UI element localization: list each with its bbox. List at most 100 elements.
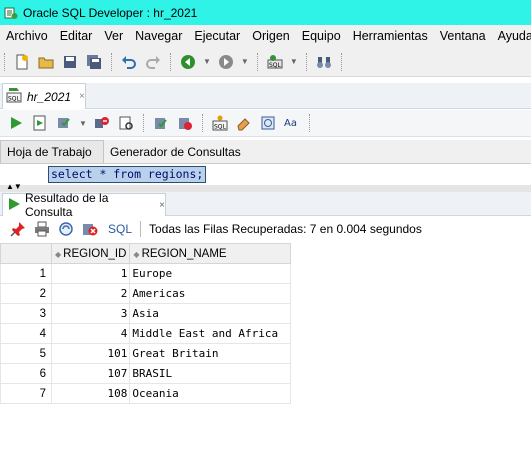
save-icon[interactable] <box>60 52 80 72</box>
worksheet-toolbar: ▼ SQL Aa <box>0 110 531 137</box>
back-dropdown-icon[interactable]: ▼ <box>203 57 211 66</box>
redo-icon[interactable] <box>143 52 163 72</box>
menu-archivo[interactable]: Archivo <box>0 29 54 43</box>
cell-region-name[interactable]: Americas <box>129 283 292 304</box>
table-row[interactable]: 4 4 Middle East and Africa <box>0 323 292 344</box>
result-toolbar: SQL Todas las Filas Recuperadas: 7 en 0.… <box>0 217 531 241</box>
menu-navegar[interactable]: Navegar <box>129 29 188 43</box>
sql-worksheet-icon[interactable]: SQL <box>265 52 285 72</box>
cell-region-name[interactable]: Asia <box>129 303 292 324</box>
cell-region-id[interactable]: 4 <box>50 323 131 344</box>
svg-text:SQL: SQL <box>214 124 227 131</box>
sql-worksheet-dropdown-icon[interactable]: ▼ <box>290 57 298 66</box>
table-row[interactable]: 6 107 BRASIL <box>0 363 292 384</box>
sql-tuning-icon[interactable]: SQL <box>210 113 230 133</box>
toolbar-separator <box>256 52 258 71</box>
cell-region-name[interactable]: BRASIL <box>129 363 292 384</box>
cell-region-name[interactable]: Middle East and Africa <box>129 323 292 344</box>
results-grid[interactable]: ◆ REGION_ID ◆ REGION_NAME 1 1 Europe 2 2 A… <box>0 243 531 468</box>
row-number: 1 <box>0 263 52 284</box>
cell-region-id[interactable]: 1 <box>50 263 131 284</box>
pin-icon[interactable] <box>8 219 28 239</box>
sort-icon[interactable]: ◆ <box>55 250 61 259</box>
table-row[interactable]: 3 3 Asia <box>0 303 292 324</box>
main-toolbar: ▼ ▼ SQL ▼ <box>0 47 531 77</box>
back-icon[interactable] <box>178 52 198 72</box>
table-row[interactable]: 7 108 Oceania <box>0 383 292 404</box>
forward-icon[interactable] <box>216 52 236 72</box>
history-icon[interactable] <box>258 113 278 133</box>
cancel-query-icon[interactable] <box>80 219 100 239</box>
run-statement-icon[interactable] <box>6 113 26 133</box>
menu-editar[interactable]: Editar <box>54 29 99 43</box>
menu-origen[interactable]: Origen <box>246 29 296 43</box>
cell-region-id[interactable]: 107 <box>50 363 131 384</box>
column-label: REGION_NAME <box>141 247 227 260</box>
menu-ayuda[interactable]: Ayuda <box>492 29 531 43</box>
table-row[interactable]: 1 1 Europe <box>0 263 292 284</box>
format-case-icon[interactable]: Aa <box>282 113 302 133</box>
print-icon[interactable] <box>32 219 52 239</box>
autotrace-icon[interactable] <box>116 113 136 133</box>
toolbar-separator <box>308 114 310 132</box>
column-header-region-id[interactable]: ◆ REGION_ID <box>50 243 131 264</box>
sort-icon[interactable]: ◆ <box>133 250 139 259</box>
row-number-header <box>0 243 52 264</box>
explain-plan-icon[interactable] <box>92 113 112 133</box>
commit-transaction-icon[interactable] <box>151 113 171 133</box>
cell-region-id[interactable]: 101 <box>50 343 131 364</box>
menu-ejecutar[interactable]: Ejecutar <box>188 29 246 43</box>
save-all-icon[interactable] <box>84 52 104 72</box>
commit-dropdown-icon[interactable]: ▼ <box>79 119 87 128</box>
window-title: Oracle SQL Developer : hr_2021 <box>23 5 198 20</box>
row-number: 2 <box>0 283 52 304</box>
menu-equipo[interactable]: Equipo <box>296 29 347 43</box>
sql-editor[interactable]: select * from regions; <box>0 163 531 186</box>
menu-ver[interactable]: Ver <box>98 29 129 43</box>
menu-bar: Archivo Editar Ver Navegar Ejecutar Orig… <box>0 25 531 47</box>
cell-region-id[interactable]: 3 <box>50 303 131 324</box>
tab-hoja-de-trabajo[interactable]: Hoja de Trabajo <box>0 140 104 163</box>
row-number: 4 <box>0 323 52 344</box>
result-tab-bar: Resultado de la Consulta × <box>0 191 531 219</box>
tab-hr-2021[interactable]: SQL hr_2021 × <box>2 83 86 109</box>
cell-region-name[interactable]: Great Britain <box>129 343 292 364</box>
cell-region-name[interactable]: Oceania <box>129 383 292 404</box>
cell-region-name[interactable]: Europe <box>129 263 292 284</box>
cell-region-id[interactable]: 2 <box>50 283 131 304</box>
toolbar-separator <box>340 52 342 71</box>
toolbar-separator <box>111 52 112 71</box>
splitter-arrows-icon[interactable]: ▲▼ <box>6 183 22 191</box>
close-tab-icon[interactable]: × <box>79 91 85 102</box>
forward-dropdown-icon[interactable]: ▼ <box>241 57 249 66</box>
open-folder-icon[interactable] <box>36 52 56 72</box>
svg-text:SQL: SQL <box>269 62 282 69</box>
cell-region-id[interactable]: 108 <box>50 383 131 404</box>
sql-statement[interactable]: select * from regions; <box>48 166 207 183</box>
tab-label: hr_2021 <box>27 89 72 104</box>
eraser-icon[interactable] <box>234 113 254 133</box>
close-result-tab-icon[interactable]: × <box>159 200 165 211</box>
header-row: ◆ REGION_ID ◆ REGION_NAME <box>0 243 292 264</box>
row-number: 5 <box>0 343 52 364</box>
worksheet-subtabs: Hoja de Trabajo Generador de Consultas <box>0 140 531 163</box>
rollback-icon[interactable] <box>175 113 195 133</box>
refresh-icon[interactable] <box>56 219 76 239</box>
binoculars-icon[interactable] <box>314 52 334 72</box>
commit-icon[interactable] <box>54 113 74 133</box>
menu-ventana[interactable]: Ventana <box>434 29 492 43</box>
sql-link[interactable]: SQL <box>108 222 132 236</box>
run-script-icon[interactable] <box>30 113 50 133</box>
column-label: REGION_ID <box>63 247 127 260</box>
new-file-icon[interactable] <box>12 52 32 72</box>
table-row[interactable]: 5 101 Great Britain <box>0 343 292 364</box>
run-result-icon <box>7 197 21 214</box>
row-number: 7 <box>0 383 52 404</box>
menu-herramientas[interactable]: Herramientas <box>347 29 434 43</box>
table-row[interactable]: 2 2 Americas <box>0 283 292 304</box>
undo-icon[interactable] <box>119 52 139 72</box>
tab-generador-de-consultas[interactable]: Generador de Consultas <box>104 140 247 163</box>
tab-query-result[interactable]: Resultado de la Consulta × <box>2 191 166 219</box>
sql-developer-app-icon <box>4 6 18 20</box>
column-header-region-name[interactable]: ◆ REGION_NAME <box>129 243 292 264</box>
